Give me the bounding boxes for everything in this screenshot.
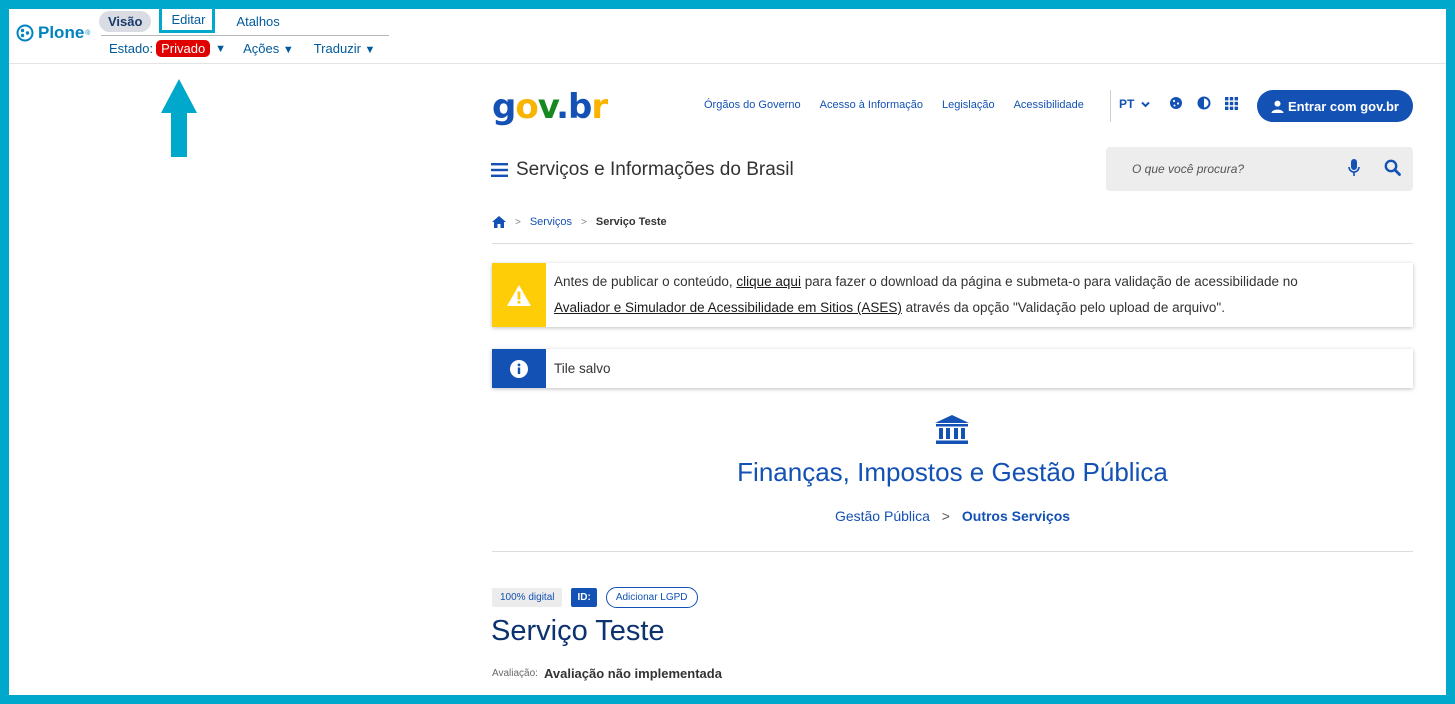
warning-icon-box — [492, 263, 546, 327]
crumb-gestao-publica[interactable]: Gestão Pública — [835, 508, 930, 524]
language-selector[interactable]: PT — [1119, 97, 1151, 111]
add-lgpd-button[interactable]: Adicionar LGPD — [605, 587, 698, 608]
tile-saved-alert: Tile salvo — [492, 349, 1413, 388]
link-legislacao[interactable]: Legislação — [942, 99, 995, 111]
hero-divider — [492, 551, 1413, 552]
tab-editar[interactable]: Editar — [159, 9, 216, 33]
home-icon[interactable] — [492, 216, 506, 228]
tab-visao[interactable]: Visão — [99, 10, 152, 32]
link-acesso-informacao[interactable]: Acesso à Informação — [820, 99, 923, 111]
breadcrumb-current: Serviço Teste — [595, 216, 667, 228]
link-orgaos-governo[interactable]: Órgãos do Governo — [704, 99, 801, 111]
plone-state-row: Estado: Privado ▼ Ações ▼ Traduzir ▼ — [109, 40, 395, 57]
site-menu[interactable]: Serviços e Informações do Brasil — [491, 159, 794, 181]
rating-label: Avaliação: — [492, 668, 538, 679]
language-label: PT — [1119, 97, 1135, 111]
estado-privado-badge[interactable]: Privado — [156, 40, 211, 57]
contrast-icon[interactable] — [1197, 96, 1211, 110]
header-links: Órgãos do Governo Acesso à Informação Le… — [704, 99, 1103, 111]
user-icon — [1271, 100, 1284, 113]
traduzir-menu[interactable]: Traduzir ▼ — [314, 41, 376, 56]
login-button-label: Entrar com gov.br — [1287, 98, 1399, 114]
cookie-icon[interactable] — [1169, 96, 1183, 110]
acoes-menu[interactable]: Ações ▼ — [243, 41, 294, 56]
service-title: Serviço Teste — [491, 615, 665, 647]
info-icon — [510, 359, 528, 378]
link-acessibilidade[interactable]: Acessibilidade — [1014, 99, 1084, 111]
category-breadcrumb: Gestão Pública > Outros Serviços — [834, 508, 1071, 524]
bank-building-icon — [935, 415, 969, 444]
info-icon-box — [492, 349, 546, 388]
microphone-icon[interactable] — [1348, 159, 1360, 177]
plone-logo[interactable]: Plone ® — [16, 23, 90, 43]
tag-id: ID: — [571, 588, 597, 607]
breadcrumb: > Serviços > Serviço Teste — [492, 216, 667, 228]
plone-toolbar: Plone ® Visão Editar Atalhos Estado: Priv… — [9, 9, 1446, 64]
tag-100-digital: 100% digital — [492, 588, 563, 607]
rating-value: Avaliação não implementada — [543, 666, 722, 681]
category-title: Finanças, Impostos e Gestão Pública — [737, 457, 1168, 487]
plone-logo-text: Plone — [38, 23, 85, 42]
hamburger-menu-icon — [491, 163, 508, 177]
page-frame: Plone ® Visão Editar Atalhos Estado: Priv… — [9, 9, 1446, 695]
header-divider — [1110, 90, 1111, 122]
service-tags: 100% digital ID: Adicionar LGPD — [492, 587, 698, 608]
accessibility-warning-alert: Antes de publicar o conteúdo, clique aqu… — [492, 263, 1413, 327]
estado-label: Estado: — [109, 41, 154, 56]
acoes-dropdown-icon: ▼ — [282, 44, 294, 56]
search-placeholder: O que você procura? — [1132, 162, 1245, 176]
govbr-logo[interactable]: gov.br — [492, 87, 608, 127]
traduzir-dropdown-icon: ▼ — [364, 44, 376, 56]
download-page-link[interactable]: clique aqui — [736, 274, 801, 289]
highlight-up-arrow-icon — [161, 79, 197, 157]
breadcrumb-divider — [492, 243, 1413, 244]
warning-text: Antes de publicar o conteúdo, clique aqu… — [554, 274, 1298, 315]
tab-atalhos[interactable]: Atalhos — [227, 11, 288, 32]
service-rating: Avaliação: Avaliação não implementada — [492, 666, 722, 681]
header-icons — [1169, 96, 1252, 110]
plone-tabs: Visão Editar Atalhos — [99, 9, 297, 33]
login-govbr-button[interactable]: Entrar com gov.br — [1257, 90, 1413, 122]
warning-icon — [507, 284, 531, 306]
estado-dropdown-icon[interactable]: ▼ — [215, 43, 226, 55]
crumb-outros-servicos[interactable]: Outros Serviços — [962, 508, 1070, 524]
plone-logo-icon — [16, 24, 34, 42]
apps-grid-icon[interactable] — [1225, 96, 1238, 110]
info-text: Tile salvo — [554, 360, 611, 376]
breadcrumb-servicos[interactable]: Serviços — [530, 216, 572, 228]
search-icon[interactable] — [1384, 159, 1401, 176]
toolbar-divider — [101, 35, 389, 36]
search-input[interactable]: O que você procura? — [1106, 147, 1413, 191]
chevron-down-icon — [1141, 101, 1151, 107]
site-title: Serviços e Informações do Brasil — [516, 159, 794, 180]
ases-link[interactable]: Avaliador e Simulador de Acessibilidade … — [554, 300, 902, 315]
